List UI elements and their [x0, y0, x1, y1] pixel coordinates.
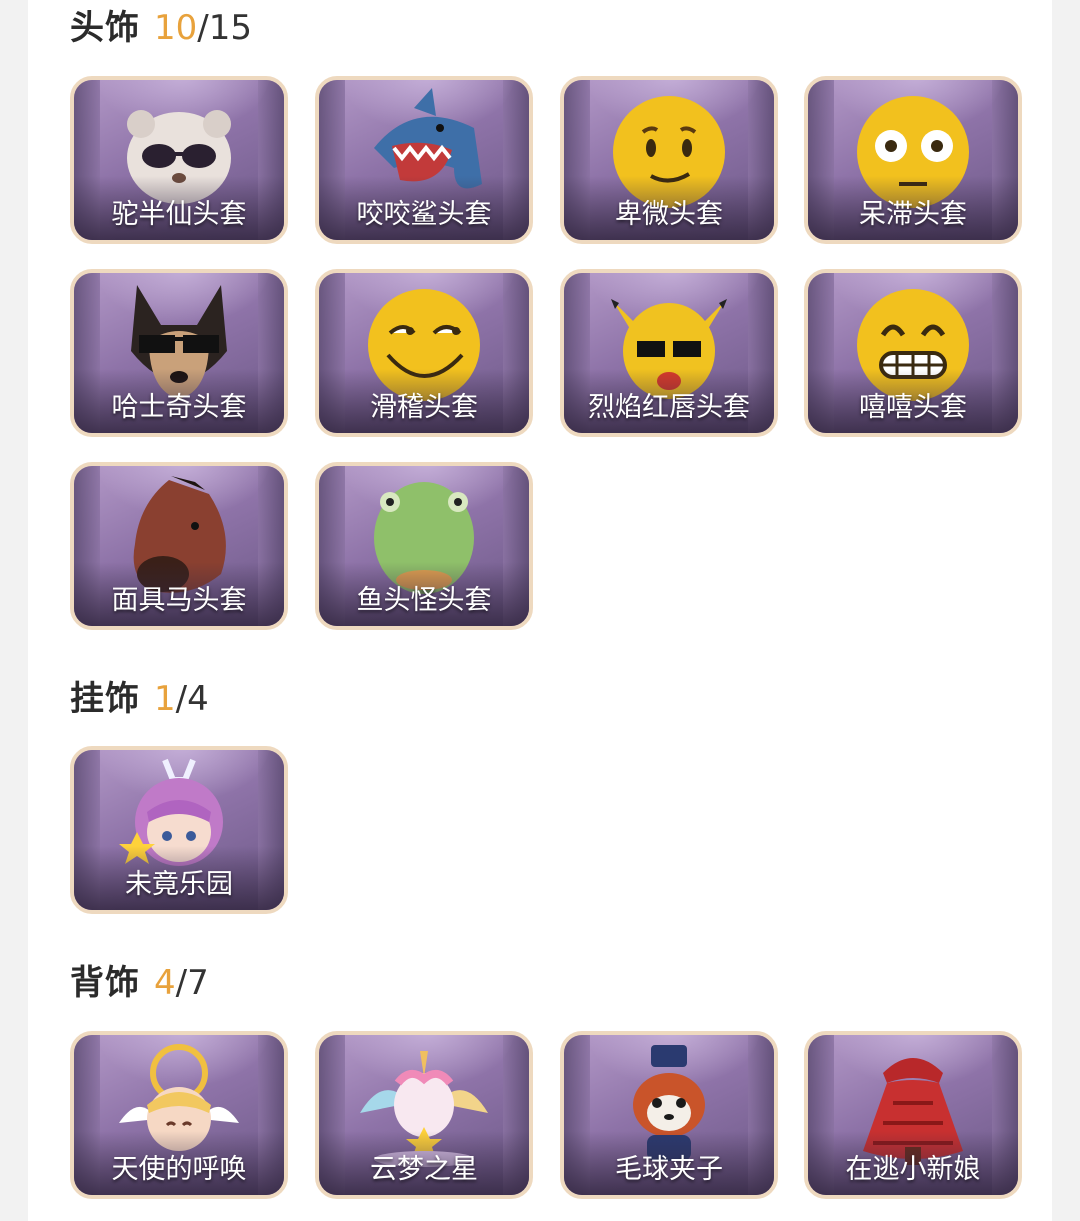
- collected-count: 1: [154, 679, 176, 719]
- item-label: 嘻嘻头套: [859, 392, 967, 423]
- section-title: 头饰: [70, 8, 140, 48]
- item-label: 驼半仙头套: [111, 199, 247, 230]
- section-headwear: 头饰 10/15 驼半仙头套 咬咬鲨头套 卑微头套 呆滞头套 哈士奇头套 滑稽头…: [28, 0, 1052, 640]
- item-card[interactable]: 面具马头套: [70, 462, 288, 630]
- collected-count: 10: [154, 8, 198, 48]
- item-card[interactable]: 未竟乐园: [70, 746, 288, 914]
- section-title: 背饰: [70, 963, 140, 1003]
- item-label: 鱼头怪头套: [356, 585, 492, 616]
- item-label: 滑稽头套: [370, 392, 478, 423]
- item-card[interactable]: 在逃小新娘: [804, 1031, 1022, 1199]
- item-label: 卑微头套: [615, 199, 723, 230]
- item-label: 烈焰红唇头套: [588, 392, 750, 423]
- count-separator: /: [175, 679, 188, 719]
- collected-count: 4: [154, 963, 176, 1003]
- item-label: 面具马头套: [111, 585, 247, 616]
- item-label: 毛球夹子: [615, 1154, 723, 1185]
- item-label: 哈士奇头套: [111, 392, 247, 423]
- item-card[interactable]: 天使的呼唤: [70, 1031, 288, 1199]
- item-card[interactable]: 嘻嘻头套: [804, 269, 1022, 437]
- item-card[interactable]: 哈士奇头套: [70, 269, 288, 437]
- item-card[interactable]: 卑微头套: [560, 76, 778, 244]
- section-header: 头饰 10/15: [70, 3, 252, 53]
- item-card[interactable]: 咬咬鲨头套: [315, 76, 533, 244]
- total-count: 4: [187, 679, 209, 719]
- section-title: 挂饰: [70, 679, 140, 719]
- item-label: 呆滞头套: [859, 199, 967, 230]
- item-card[interactable]: 驼半仙头套: [70, 76, 288, 244]
- section-back-accessories: 背饰 4/7 天使的呼唤 云梦之星 毛球夹子 在逃小新娘: [28, 948, 1052, 1221]
- count-separator: /: [175, 963, 188, 1003]
- item-card[interactable]: 滑稽头套: [315, 269, 533, 437]
- item-label: 咬咬鲨头套: [356, 199, 492, 230]
- section-header: 背饰 4/7: [70, 958, 209, 1008]
- item-label: 未竟乐园: [125, 869, 233, 900]
- item-card[interactable]: 云梦之星: [315, 1031, 533, 1199]
- section-charms: 挂饰 1/4 未竟乐园: [28, 664, 1052, 924]
- section-header: 挂饰 1/4: [70, 674, 209, 724]
- total-count: 7: [187, 963, 209, 1003]
- item-label: 在逃小新娘: [845, 1154, 981, 1185]
- count-separator: /: [197, 8, 209, 48]
- item-card[interactable]: 烈焰红唇头套: [560, 269, 778, 437]
- item-card[interactable]: 毛球夹子: [560, 1031, 778, 1199]
- item-card[interactable]: 鱼头怪头套: [315, 462, 533, 630]
- item-card[interactable]: 呆滞头套: [804, 76, 1022, 244]
- item-label: 天使的呼唤: [111, 1154, 247, 1185]
- total-count: 15: [208, 8, 252, 48]
- item-label: 云梦之星: [370, 1154, 478, 1185]
- collection-panel: 头饰 10/15 驼半仙头套 咬咬鲨头套 卑微头套 呆滞头套 哈士奇头套 滑稽头…: [28, 0, 1052, 1221]
